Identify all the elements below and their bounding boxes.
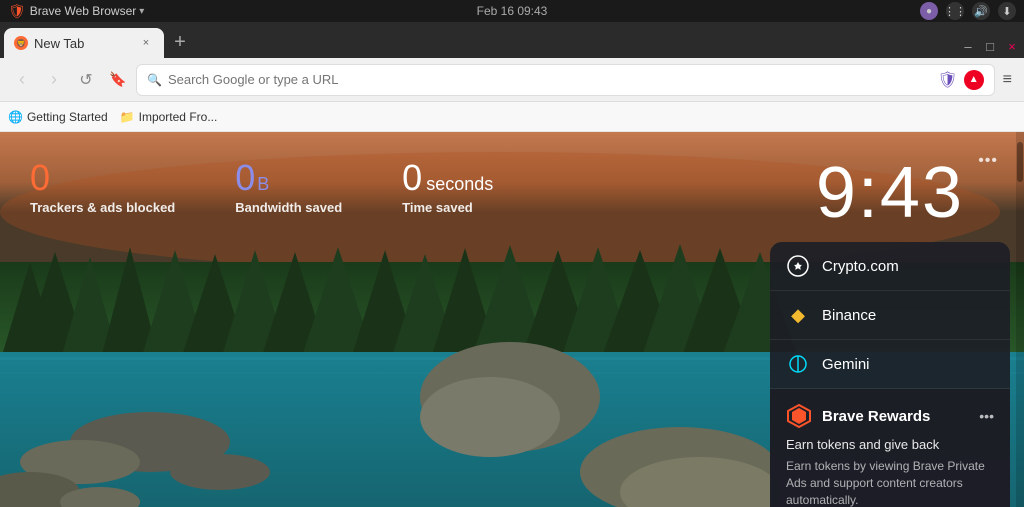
minimize-button[interactable]: – — [960, 38, 976, 54]
title-bar: 🛡 Brave Web Browser ▾ Feb 16 09:43 ● ⋮⋮ … — [0, 0, 1024, 22]
crypto-com-label: Crypto.com — [822, 258, 899, 275]
rewards-card: Brave Rewards ••• Earn tokens and give b… — [770, 389, 1010, 507]
bookmark-page-button[interactable]: 🔖 — [104, 66, 132, 94]
tab-bar: 🦁 New Tab × + – □ × — [0, 22, 1024, 58]
brave-shield-icon: 🛡 — [8, 3, 26, 20]
window-controls: – □ × — [960, 38, 1020, 58]
rewards-header: Brave Rewards ••• — [786, 403, 994, 429]
time-count: 0 seconds — [402, 160, 493, 196]
trackers-label: Trackers & ads blocked — [30, 200, 175, 215]
hamburger-menu-button[interactable]: ≡ — [999, 71, 1016, 89]
toolbar: ‹ › ↺ 🔖 🔍 🛡 ▲ ≡ — [0, 58, 1024, 102]
bookmark-getting-started-label: Getting Started — [27, 110, 108, 124]
time-unit: seconds — [426, 174, 493, 195]
maximize-button[interactable]: □ — [982, 38, 998, 54]
stats-section: 0 Trackers & ads blocked 0 B Bandwidth s… — [30, 160, 493, 215]
tab-favicon: 🦁 — [14, 36, 28, 50]
back-button[interactable]: ‹ — [8, 66, 36, 94]
binance-label: Binance — [822, 307, 876, 324]
url-input[interactable] — [168, 72, 931, 87]
download-icon[interactable]: ⬇ — [998, 2, 1016, 20]
audio-icon[interactable]: 🔊 — [972, 2, 990, 20]
tab-close-button[interactable]: × — [138, 35, 154, 51]
widget-crypto-com[interactable]: Crypto.com — [770, 242, 1010, 291]
widget-gemini[interactable]: Gemini — [770, 340, 1010, 389]
network-icon[interactable]: ⋮⋮ — [946, 2, 964, 20]
active-tab[interactable]: 🦁 New Tab × — [4, 28, 164, 58]
address-bar[interactable]: 🔍 🛡 ▲ — [136, 64, 995, 96]
app-title: Brave Web Browser — [30, 4, 136, 18]
gemini-label: Gemini — [822, 356, 870, 373]
scrollbar-thumb[interactable] — [1017, 142, 1023, 182]
rewards-options-button[interactable]: ••• — [979, 408, 994, 424]
bookmark-imported[interactable]: 📁 Imported Fro... — [120, 110, 218, 124]
time-stat: 0 seconds Time saved — [402, 160, 493, 215]
reload-button[interactable]: ↺ — [72, 66, 100, 94]
title-bar-right: ● ⋮⋮ 🔊 ⬇ — [920, 2, 1016, 20]
clock-options-button[interactable]: ••• — [978, 152, 998, 170]
search-icon: 🔍 — [147, 73, 162, 87]
datetime-display: Feb 16 09:43 — [477, 4, 548, 18]
scrollbar[interactable] — [1016, 132, 1024, 507]
bandwidth-unit: B — [257, 174, 269, 195]
widget-binance[interactable]: ◆ Binance — [770, 291, 1010, 340]
time-label: Time saved — [402, 200, 493, 215]
brave-shield-toolbar-icon: 🛡 — [937, 70, 957, 90]
binance-icon: ◆ — [786, 303, 810, 327]
gemini-icon — [786, 352, 810, 376]
rewards-tagline: Earn tokens and give back — [786, 437, 994, 452]
clock-display: 9:43 — [816, 152, 964, 234]
crypto-com-icon — [786, 254, 810, 278]
bookmark-imported-label: Imported Fro... — [139, 110, 218, 124]
bookmark-getting-started-icon: 🌐 — [8, 110, 23, 124]
tab-label: New Tab — [34, 36, 84, 51]
app-dropdown-arrow[interactable]: ▾ — [139, 6, 144, 17]
bandwidth-stat: 0 B Bandwidth saved — [235, 160, 342, 215]
rewards-title: Brave Rewards — [822, 408, 930, 425]
bookmark-imported-icon: 📁 — [120, 110, 135, 124]
bookmark-getting-started[interactable]: 🌐 Getting Started — [8, 110, 108, 124]
bandwidth-label: Bandwidth saved — [235, 200, 342, 215]
bookmarks-bar: 🌐 Getting Started 📁 Imported Fro... — [0, 102, 1024, 132]
bandwidth-count: 0 B — [235, 160, 342, 196]
widget-panel: Crypto.com ◆ Binance Gemini Brav — [770, 242, 1010, 507]
forward-button[interactable]: › — [40, 66, 68, 94]
rewards-description: Earn tokens by viewing Brave Private Ads… — [786, 458, 994, 507]
trackers-stat: 0 Trackers & ads blocked — [30, 160, 175, 215]
brave-rewards-toolbar-icon[interactable]: ▲ — [964, 70, 984, 90]
main-content: 0 Trackers & ads blocked 0 B Bandwidth s… — [0, 132, 1024, 507]
profile-icon[interactable]: ● — [920, 2, 938, 20]
brave-rewards-icon — [786, 403, 812, 429]
new-tab-button[interactable]: + — [166, 30, 194, 58]
close-window-button[interactable]: × — [1004, 38, 1020, 54]
trackers-count: 0 — [30, 160, 175, 196]
